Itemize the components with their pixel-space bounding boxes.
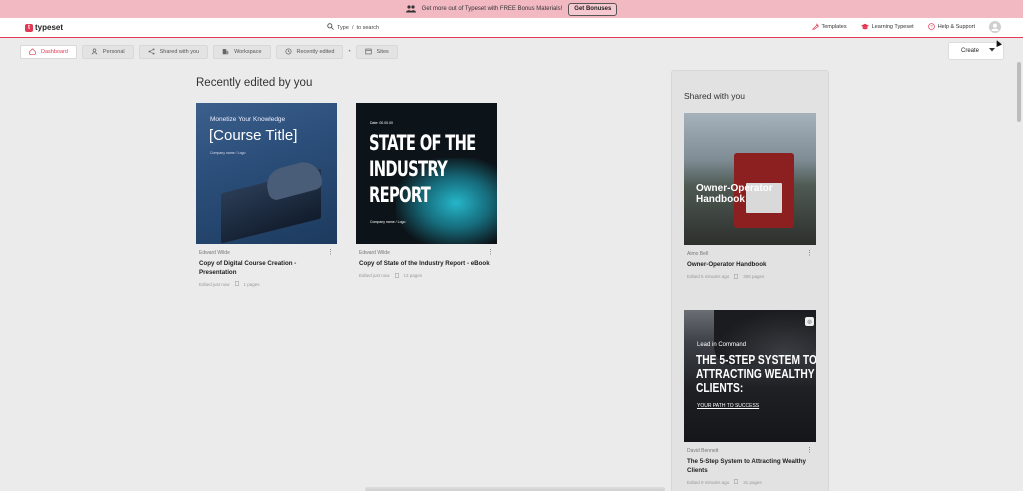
tab-recently-edited-label: Recently edited [296, 49, 335, 55]
card-title[interactable]: Owner-Operator Handbook [687, 261, 813, 270]
document-thumbnail[interactable]: Date: 00.00.00 STATE OF THE INDUSTRY REP… [356, 103, 497, 244]
get-bonuses-button[interactable]: Get Bonuses [568, 2, 618, 16]
shared-with-you-panel: Shared with you Owner-Operator Handbook … [671, 70, 829, 491]
card-author: Edward Wilde [359, 250, 390, 256]
thumbnail-tagline: Lead in Command [697, 342, 747, 348]
search-suffix: to search [356, 24, 380, 31]
card-page-count: 305 pages [743, 274, 765, 279]
tab-personal[interactable]: Personal [81, 45, 134, 59]
tab-dashboard[interactable]: Dashboard [20, 45, 77, 59]
graduation-cap-icon [860, 23, 869, 32]
card-edited-time: Edited 9 minutes ago [687, 479, 730, 485]
tab-shared-with-you[interactable]: Shared with you [138, 45, 209, 59]
card-title[interactable]: Copy of State of the Industry Report - e… [359, 260, 494, 269]
create-button-label: Create [961, 48, 980, 54]
logo-text: typeset [35, 23, 64, 32]
card-edited-time: Edited just now [199, 281, 230, 287]
recently-edited-heading: Recently edited by you [196, 77, 313, 89]
template-badge-icon: ◎ [805, 317, 814, 326]
tab-separator: • [348, 49, 351, 55]
thumbnail-headline: THE 5-STEP SYSTEM TO ATTRACTING WEALTHY … [696, 353, 816, 395]
browser-icon [364, 48, 372, 57]
card-page-count: 13 pages [403, 273, 423, 278]
document-thumbnail[interactable]: Owner-Operator Handbook [684, 113, 816, 245]
nav-templates-label: Templates [821, 24, 847, 30]
top-navigation: t typeset Type / to search Templates Lea… [0, 18, 1023, 38]
document-card[interactable]: Date: 00.00.00 STATE OF THE INDUSTRY REP… [356, 103, 497, 279]
thumbnail-headline: Owner-Operator Handbook [696, 183, 773, 205]
card-author: Edward Wilde [199, 250, 230, 256]
dashboard-tabs: Dashboard Personal Shared with you Works… [20, 45, 398, 59]
thumbnail-date: Date: 00.00.00 [370, 121, 393, 125]
svg-text:?: ? [930, 24, 933, 29]
nav-learning-typeset[interactable]: Learning Typeset [860, 23, 914, 32]
home-icon [29, 47, 36, 57]
card-page-count: 1 pages [243, 281, 260, 287]
page-icon [394, 272, 399, 279]
user-icon [91, 48, 98, 57]
document-thumbnail[interactable]: ◎ Lead in Command THE 5-STEP SYSTEM TO A… [684, 310, 816, 442]
card-title[interactable]: Copy of Digital Course Creation - Presen… [199, 260, 334, 277]
nav-learning-label: Learning Typeset [871, 24, 914, 30]
promo-banner: Get more out of Typeset with FREE Bonus … [0, 0, 1023, 18]
tab-shared-label: Shared with you [159, 49, 200, 55]
tab-dashboard-label: Dashboard [41, 49, 68, 55]
user-avatar-icon [991, 23, 999, 31]
more-options-icon[interactable]: ⋮ [487, 249, 494, 256]
search-shortcut-key: / [351, 24, 354, 31]
card-edited-time: Edited 5 minutes ago [687, 274, 730, 279]
shared-document-card[interactable]: Owner-Operator Handbook Aimo Bell ⋮ Owne… [684, 113, 816, 280]
page-icon [734, 273, 739, 280]
search-icon [327, 23, 334, 32]
search-bar[interactable]: Type / to search [327, 23, 379, 32]
typeset-logo-icon: t [25, 23, 33, 32]
bottom-shadow [365, 487, 665, 491]
users-icon [405, 4, 416, 14]
tab-sites[interactable]: Sites [355, 45, 398, 59]
page-icon [234, 281, 239, 287]
thumbnail-headline: STATE OF THE INDUSTRY REPORT [369, 131, 476, 207]
templates-icon [811, 22, 819, 32]
tab-workspace-label: Workspace [234, 49, 262, 55]
shared-with-you-heading: Shared with you [684, 91, 745, 101]
thumbnail-company: Company name / Logo [210, 151, 246, 155]
document-thumbnail[interactable]: Monetize Your Knowledge [Course Title] C… [196, 103, 337, 244]
share-icon [148, 47, 155, 57]
history-icon [285, 47, 292, 57]
building-icon [222, 48, 229, 57]
user-avatar[interactable] [989, 21, 1001, 33]
document-card[interactable]: Monetize Your Knowledge [Course Title] C… [196, 103, 337, 287]
nav-templates[interactable]: Templates [811, 22, 847, 32]
help-circle-icon: ? [927, 22, 935, 32]
page-icon [734, 479, 739, 485]
thumbnail-company: Company name / Logo [370, 220, 406, 224]
tab-recently-edited[interactable]: Recently edited [275, 45, 344, 59]
nav-help-label: Help & Support [937, 24, 975, 30]
card-author: Aimo Bell [687, 251, 709, 257]
card-page-count: 31 pages [743, 479, 762, 485]
tab-personal-label: Personal [102, 49, 125, 55]
tab-workspace[interactable]: Workspace [213, 45, 271, 59]
thumbnail-subtitle: Monetize Your Knowledge [210, 116, 286, 123]
promo-text: Get more out of Typeset with FREE Bonus … [421, 6, 563, 12]
more-options-icon[interactable]: ⋮ [806, 447, 813, 454]
shared-document-card[interactable]: ◎ Lead in Command THE 5-STEP SYSTEM TO A… [684, 310, 816, 485]
thumbnail-headline: [Course Title] [209, 127, 298, 144]
thumbnail-subtitle: YOUR PATH TO SUCCESS [697, 403, 760, 409]
card-author: David Bennett [687, 448, 719, 454]
tab-sites-label: Sites [376, 49, 389, 55]
search-prefix: Type [337, 24, 349, 31]
page-scrollbar[interactable] [1017, 62, 1021, 122]
card-edited-time: Edited just now [359, 273, 390, 278]
typeset-logo[interactable]: t typeset [25, 23, 63, 32]
nav-help-support[interactable]: ? Help & Support [927, 22, 975, 32]
caret-down-icon [989, 48, 995, 54]
card-title[interactable]: The 5-Step System to Attracting Wealthy … [687, 458, 813, 475]
more-options-icon[interactable]: ⋮ [806, 250, 813, 257]
more-options-icon[interactable]: ⋮ [327, 249, 334, 256]
